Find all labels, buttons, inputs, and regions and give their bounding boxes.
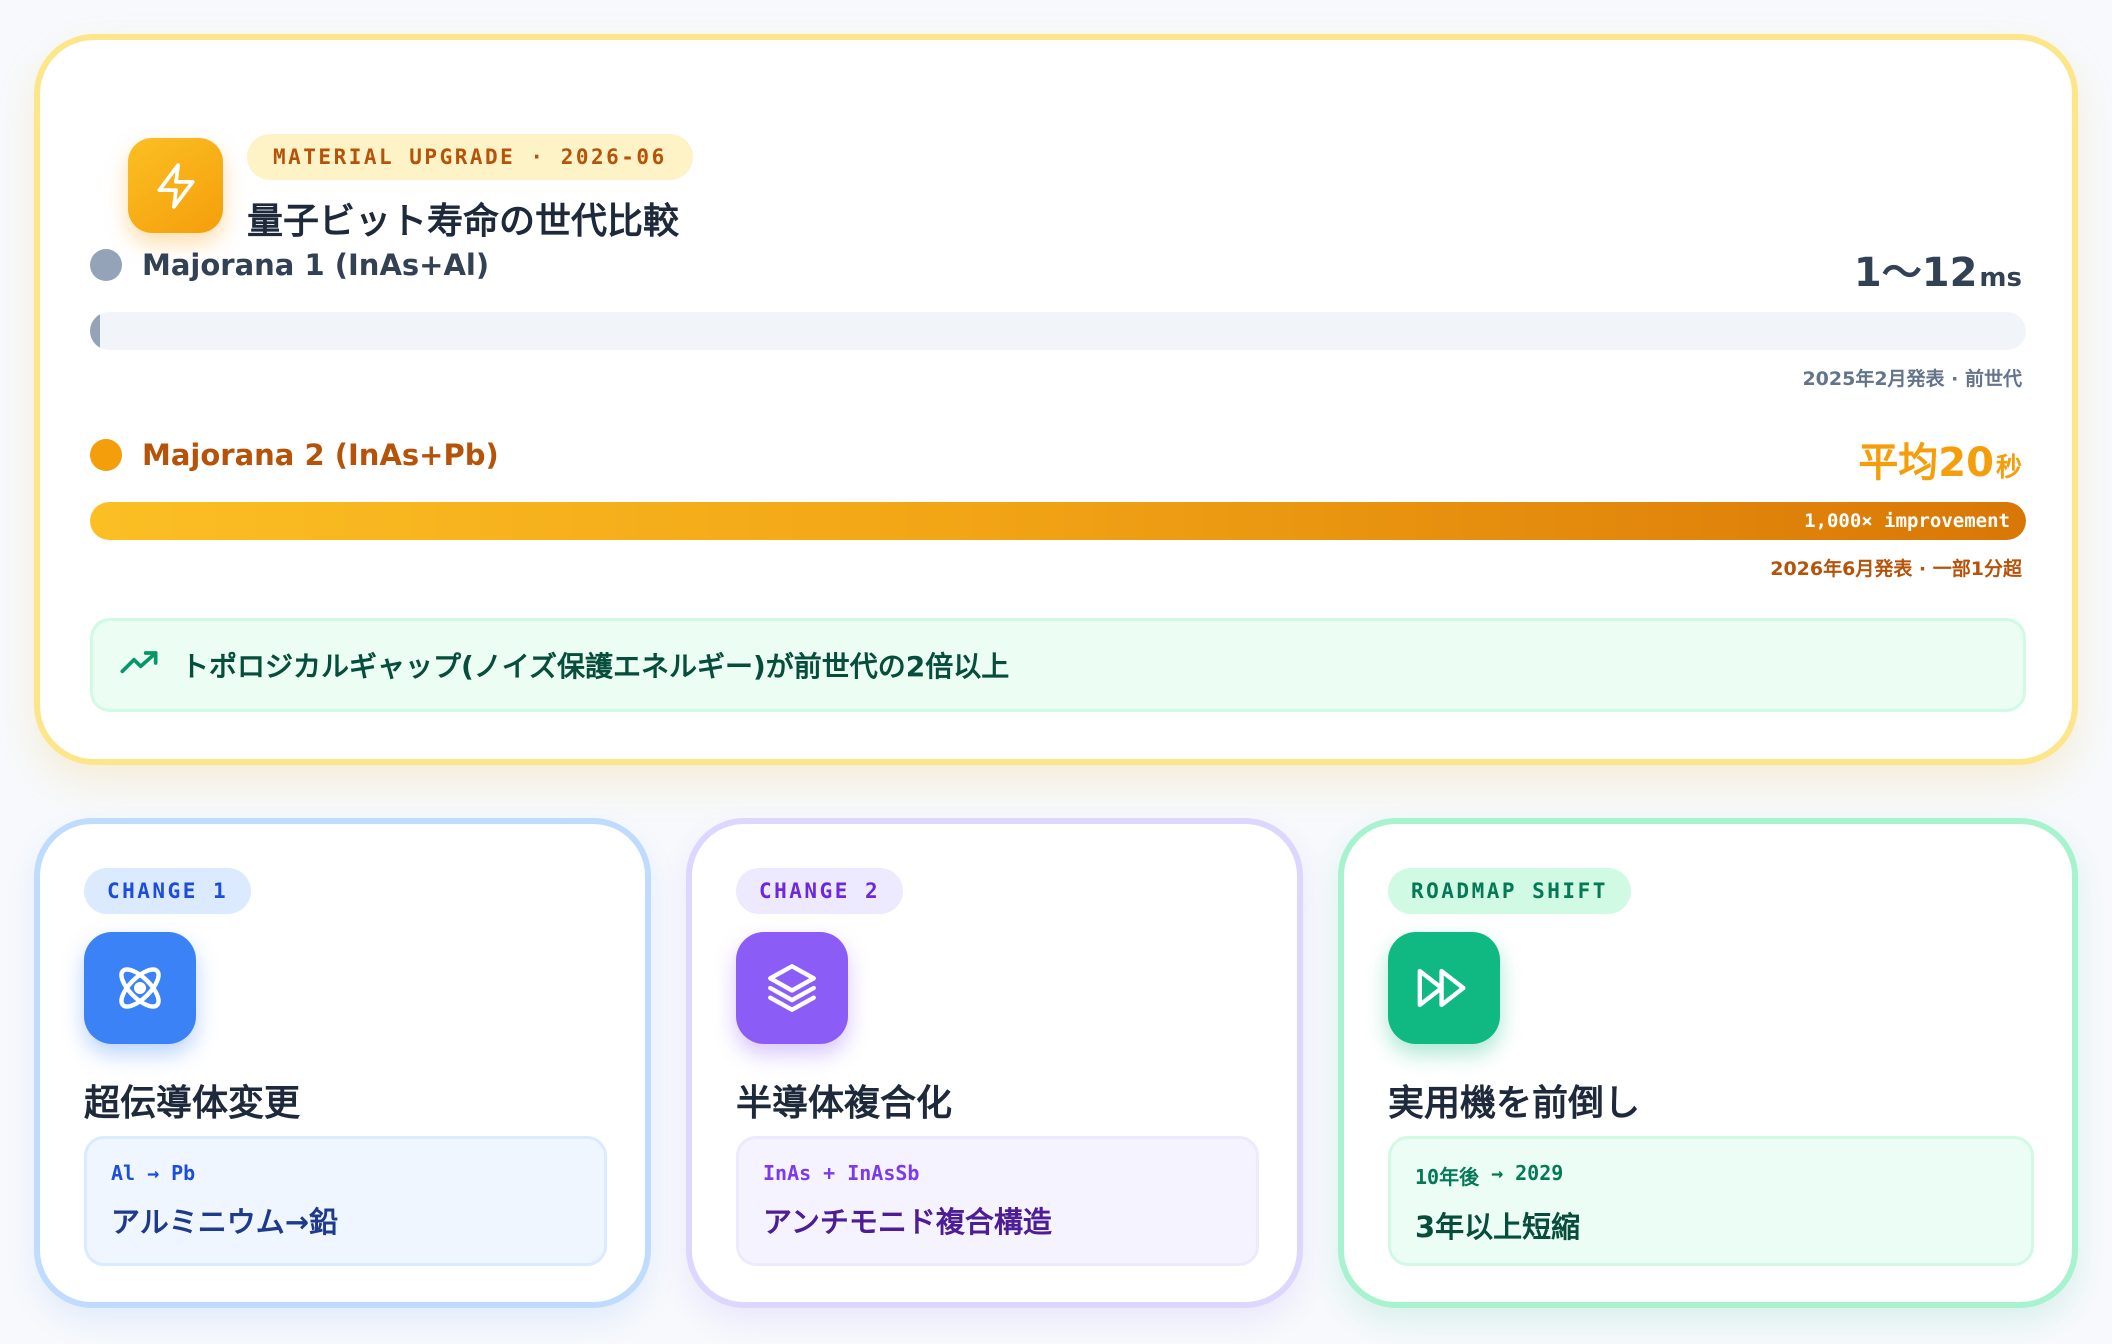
majorana-2-name: Majorana 2 (InAs+Pb) bbox=[142, 438, 499, 472]
change-2-tag: CHANGE 2 bbox=[736, 868, 904, 914]
change-2-title: 半導体複合化 bbox=[736, 1083, 953, 1124]
fast-forward-icon bbox=[1388, 932, 1500, 1044]
change-2-description: アンチモニド複合構造 bbox=[763, 1205, 1052, 1239]
atom-icon bbox=[84, 932, 196, 1044]
majorana-1-value-unit: ms bbox=[1979, 263, 2022, 293]
change-1-title: 超伝導体変更 bbox=[84, 1083, 301, 1124]
roadmap-shift-detail: 10年後 → 2029 3年以上短縮 bbox=[1388, 1136, 2034, 1266]
roadmap-shift-transition: 10年後 → 2029 bbox=[1415, 1161, 2031, 1190]
change-1-from: Al bbox=[111, 1161, 136, 1185]
qubit-lifetime-card: MATERIAL UPGRADE · 2026-06 量子ビット寿命の世代比較 … bbox=[34, 34, 2078, 765]
majorana-2-dot bbox=[90, 439, 122, 471]
change-1-detail: Al → Pb アルミニウム→鉛 bbox=[84, 1136, 607, 1266]
majorana-1-dot bbox=[90, 249, 122, 281]
callout-text: トポロジカルギャップ(ノイズ保護エネルギー)が前世代の2倍以上 bbox=[181, 650, 1010, 683]
change-2-card: CHANGE 2 半導体複合化 InAs + InAsSb アンチモニド複合構造 bbox=[686, 818, 1303, 1308]
change-1-description: アルミニウム→鉛 bbox=[111, 1205, 339, 1239]
hero-tag: MATERIAL UPGRADE · 2026-06 bbox=[247, 134, 693, 180]
roadmap-shift-tag: ROADMAP SHIFT bbox=[1388, 868, 1631, 914]
change-1-transition: Al → Pb bbox=[111, 1161, 604, 1185]
majorana-1-name: Majorana 1 (InAs+Al) bbox=[142, 248, 490, 282]
improvement-label: 1,000× improvement bbox=[1804, 510, 2010, 532]
change-1-tag: CHANGE 1 bbox=[84, 868, 252, 914]
hero-title: 量子ビット寿命の世代比較 bbox=[247, 201, 680, 242]
majorana-1-value-number: 1〜12 bbox=[1853, 250, 1978, 296]
majorana-1-note: 2025年2月発表 · 前世代 bbox=[1802, 368, 2022, 390]
layers-icon bbox=[736, 932, 848, 1044]
change-2-transition: InAs + InAsSb bbox=[763, 1161, 1256, 1185]
lightning-bolt-icon bbox=[128, 138, 223, 233]
roadmap-shift-from: 10年後 bbox=[1415, 1165, 1480, 1189]
majorana-1-value: 1〜12 ms bbox=[1854, 240, 2022, 298]
change-2-arrow: + bbox=[823, 1161, 836, 1185]
roadmap-shift-to: 2029 bbox=[1515, 1161, 1564, 1185]
topological-gap-callout: トポロジカルギャップ(ノイズ保護エネルギー)が前世代の2倍以上 bbox=[90, 618, 2026, 712]
majorana-2-bar-fill: 1,000× improvement bbox=[90, 502, 2026, 540]
change-2-to: InAsSb bbox=[847, 1161, 920, 1185]
majorana-2-value-unit: 秒 bbox=[1995, 453, 2022, 483]
majorana-1-bar bbox=[90, 312, 2026, 350]
change-2-detail: InAs + InAsSb アンチモニド複合構造 bbox=[736, 1136, 1259, 1266]
roadmap-shift-description: 3年以上短縮 bbox=[1415, 1210, 1581, 1244]
roadmap-shift-title: 実用機を前倒し bbox=[1388, 1083, 1641, 1124]
majorana-1-label: Majorana 1 (InAs+Al) bbox=[90, 248, 489, 282]
majorana-1-bar-fill bbox=[90, 312, 100, 350]
change-1-to: Pb bbox=[171, 1161, 196, 1185]
trending-up-icon bbox=[119, 643, 159, 687]
change-1-card: CHANGE 1 超伝導体変更 Al → Pb アルミニウム→鉛 bbox=[34, 818, 651, 1308]
roadmap-shift-card: ROADMAP SHIFT 実用機を前倒し 10年後 → 2029 3年以上短縮 bbox=[1338, 818, 2078, 1308]
majorana-2-note: 2026年6月発表 · 一部1分超 bbox=[1770, 558, 2022, 580]
majorana-2-value-number: 平均20 bbox=[1858, 440, 1994, 486]
roadmap-shift-arrow: → bbox=[1491, 1161, 1504, 1185]
change-1-arrow: → bbox=[147, 1161, 160, 1185]
majorana-2-label: Majorana 2 (InAs+Pb) bbox=[90, 438, 499, 472]
majorana-2-bar: 1,000× improvement bbox=[90, 502, 2026, 540]
majorana-2-value: 平均20 秒 bbox=[1858, 430, 2022, 488]
change-2-from: InAs bbox=[763, 1161, 812, 1185]
